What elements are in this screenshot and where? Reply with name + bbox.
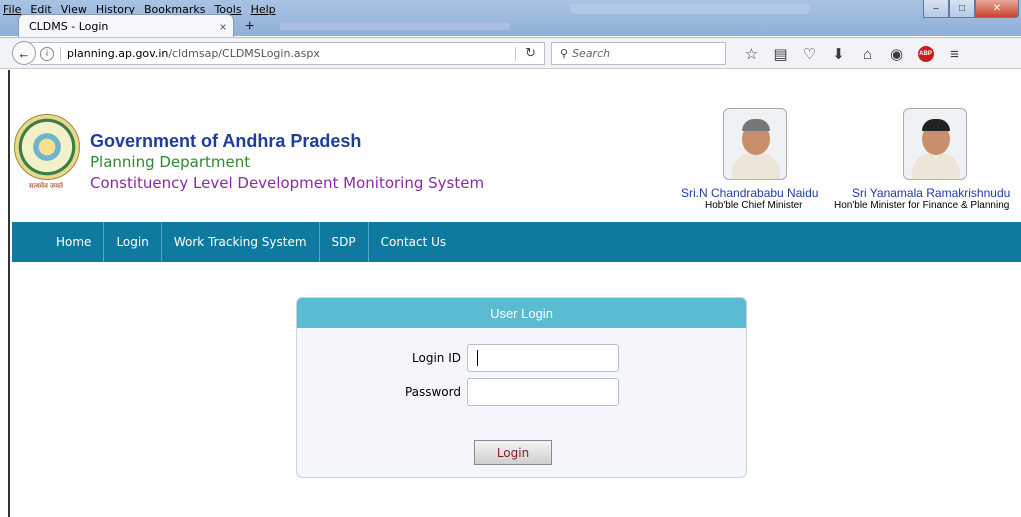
maximize-button[interactable]: □ <box>949 0 975 18</box>
back-button[interactable]: ← <box>12 41 36 65</box>
url-separator <box>60 46 61 61</box>
finance-minister-photo <box>903 108 967 180</box>
url-path: /cldmsap/CLDMSLogin.aspx <box>168 47 320 60</box>
home-icon[interactable]: ⌂ <box>853 44 882 64</box>
bookmark-star-icon[interactable]: ☆ <box>737 44 766 64</box>
nav-work-tracking-system[interactable]: Work Tracking System <box>162 222 320 262</box>
web-page: सत्यमेव जयते Government of Andhra Prades… <box>8 70 1021 517</box>
tab-close-icon[interactable]: × <box>213 20 233 34</box>
text-caret <box>477 350 478 366</box>
search-icon: ⚲ <box>560 47 569 60</box>
login-id-input[interactable] <box>467 344 619 372</box>
nav-home[interactable]: Home <box>44 222 105 262</box>
department-title: Planning Department <box>90 153 251 171</box>
reload-icon[interactable]: ↻ <box>525 46 536 61</box>
system-title: Constituency Level Development Monitorin… <box>90 174 485 192</box>
nav-sdp[interactable]: SDP <box>320 222 369 262</box>
tab-title: CLDMS - Login <box>29 20 109 33</box>
chief-minister-name: Sri.N Chandrababu Naidu <box>681 186 819 200</box>
login-panel: User Login Login ID Password Login <box>296 297 747 478</box>
main-navigation: Home Login Work Tracking System SDP Cont… <box>12 222 1021 262</box>
download-icon[interactable]: ⬇ <box>824 44 853 64</box>
login-panel-title: User Login <box>297 298 746 328</box>
blurred-tabs <box>280 22 510 30</box>
nav-login[interactable]: Login <box>104 222 162 262</box>
search-placeholder: Search <box>572 47 611 60</box>
password-label: Password <box>404 385 461 399</box>
reading-list-icon[interactable]: ▤ <box>766 44 795 64</box>
back-arrow-icon: ← <box>17 45 31 61</box>
chief-minister-photo <box>723 108 787 180</box>
chief-minister-role: Hob'ble Chief Minister <box>705 200 803 211</box>
finance-minister-name: Sri Yanamala Ramakrishnudu <box>852 186 1011 200</box>
menu-help[interactable]: Help <box>251 3 276 16</box>
chat-icon[interactable]: ◉ <box>882 44 911 64</box>
site-header: सत्यमेव जयते Government of Andhra Prades… <box>10 70 1021 214</box>
new-tab-button[interactable]: + <box>245 18 254 36</box>
password-row: Password <box>297 378 619 406</box>
ap-emblem-logo <box>14 114 80 180</box>
government-title: Government of Andhra Pradesh <box>90 131 362 151</box>
minimize-button[interactable]: – <box>923 0 949 18</box>
tab-cldms-login[interactable]: CLDMS - Login × <box>18 14 234 38</box>
emblem-motto: सत्यमेव जयते <box>28 183 64 190</box>
menu-file[interactable]: File <box>3 3 21 16</box>
window-controls: – □ ✕ <box>923 0 1019 18</box>
nav-contact-us[interactable]: Contact Us <box>369 222 459 262</box>
window-title-blurred <box>570 4 810 14</box>
url-bar[interactable]: i planning.ap.gov.in /cldmsap/CLDMSLogin… <box>30 42 545 65</box>
login-button[interactable]: Login <box>474 440 552 465</box>
toolbar-icons: ☆ ▤ ♡ ⬇ ⌂ ◉ ABP ≡ <box>737 44 969 64</box>
info-icon[interactable]: i <box>40 46 54 61</box>
search-input[interactable]: ⚲ Search <box>551 42 726 65</box>
password-input[interactable] <box>467 378 619 406</box>
adblock-icon[interactable]: ABP <box>911 44 940 64</box>
finance-minister-role: Hon'ble Minister for Finance & Planning <box>834 200 1010 211</box>
url-host: planning.ap.gov.in <box>67 47 169 60</box>
login-id-label: Login ID <box>412 351 461 365</box>
url-divider <box>515 47 516 61</box>
close-window-button[interactable]: ✕ <box>975 0 1019 18</box>
menu-hamburger-icon[interactable]: ≡ <box>940 44 969 64</box>
pocket-icon[interactable]: ♡ <box>795 44 824 64</box>
navigation-toolbar: i planning.ap.gov.in /cldmsap/CLDMSLogin… <box>0 37 1021 69</box>
login-id-row: Login ID <box>297 344 619 372</box>
